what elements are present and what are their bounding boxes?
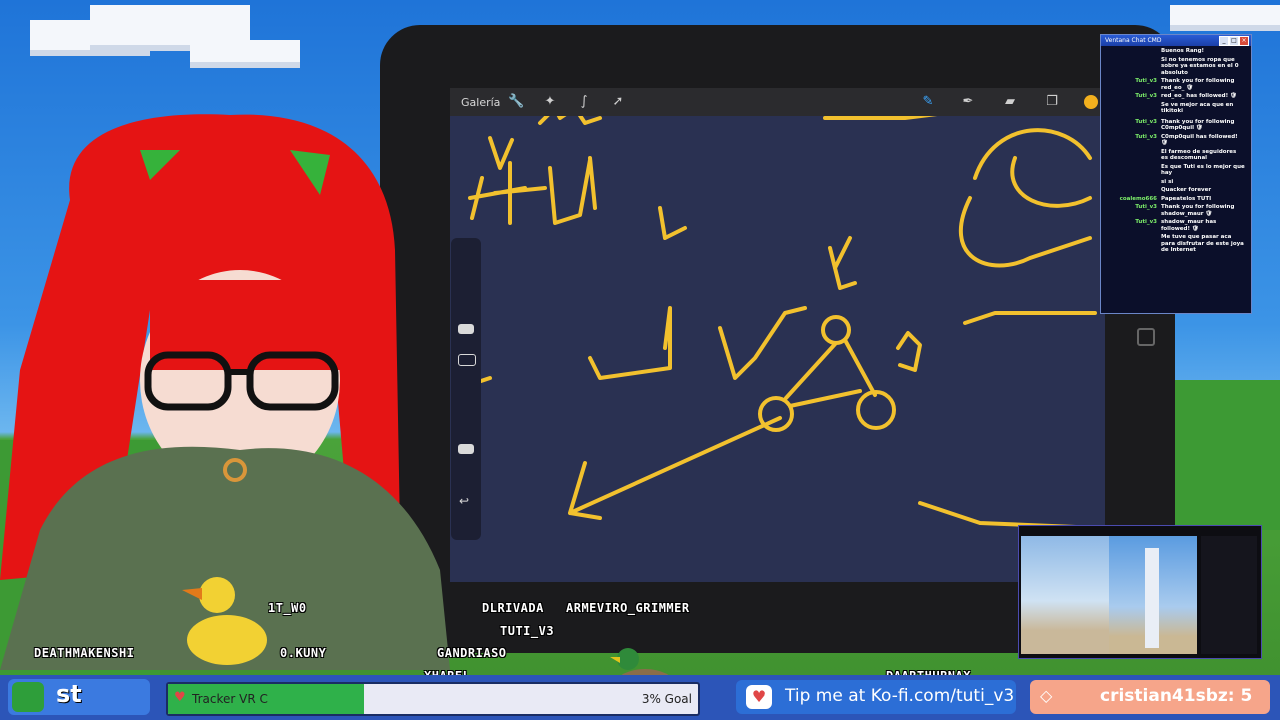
procreate-toolbar: Galería 🔧 ✦ ∫ ➚ ✎ ✒ ▰ ❐	[450, 88, 1105, 116]
tracker-label: Tracker VR C	[192, 692, 268, 706]
selection-icon[interactable]: ∫	[576, 94, 592, 110]
pip-image-building	[1021, 536, 1109, 654]
duck-logo-icon	[12, 682, 44, 712]
minimize-button[interactable]: _	[1219, 36, 1229, 46]
chat-title: Ventana Chat CMD	[1105, 37, 1162, 44]
heart-icon: ♥	[174, 690, 186, 705]
chat-line: Buenos Rang!	[1161, 48, 1205, 54]
chat-line: Tuti_v3 shadow_maur has followed! 🛡	[1135, 219, 1217, 232]
chat-line: Quacker forever	[1161, 187, 1212, 193]
goal-tracker: ♥ Tracker VR C 3% Goal	[166, 682, 700, 716]
drawing-canvas[interactable]	[450, 88, 1105, 582]
chat-line: si si	[1161, 178, 1174, 185]
opacity-slider[interactable]	[458, 444, 474, 454]
chat-line: Me tuve que pasar aca para disfrutar de …	[1161, 234, 1244, 253]
color-swatch[interactable]	[1084, 95, 1098, 109]
chat-messages: Buenos Rang! Si no tenemos ropa que sobr…	[1105, 48, 1245, 256]
brush-size-slider[interactable]	[458, 324, 474, 334]
viewer-name: 0.KUNY	[280, 646, 327, 660]
chat-line: Es que Tuti es lo mejor que hay	[1161, 163, 1245, 177]
modify-button[interactable]	[458, 354, 476, 366]
layers-icon[interactable]: ❐	[1044, 94, 1060, 110]
drawing-sketch	[458, 106, 1102, 530]
smudge-icon[interactable]: ✒	[960, 94, 976, 110]
viewer-name: GANDRIASO	[437, 646, 507, 660]
transform-icon[interactable]: ➚	[610, 94, 626, 110]
kofi-label: Tip me at Ko-fi.com/tuti_v3	[785, 686, 1015, 706]
viewer-name: DLRIVADA	[482, 601, 544, 615]
chat-line: Tuti_v3 C0mp0quil has followed! 🛡	[1135, 133, 1238, 147]
undo-icon[interactable]: ↩	[459, 494, 469, 508]
grass-hill	[1170, 380, 1280, 530]
brush-icon[interactable]: ✎	[920, 94, 936, 110]
chat-line: Se ve mejor aca que en tikitoki	[1161, 101, 1234, 115]
viewer-name: DEATHMAKENSHI	[34, 646, 135, 660]
chat-line: coalemo666 Papeatelos TUTI	[1119, 195, 1212, 202]
chat-window: Ventana Chat CMD _ □ × Buenos Rang! Si n…	[1100, 34, 1252, 314]
start-label: st	[56, 680, 82, 708]
donor-label: cristian41sbz: 5	[1100, 686, 1253, 706]
kofi-heart-icon: ♥	[746, 685, 772, 709]
chat-line: Tuti_v3 Thank you for following shadow_ma…	[1135, 204, 1235, 217]
chat-line: Tuti_v3 Thank you for following C0mp0quil…	[1135, 118, 1235, 132]
eraser-icon[interactable]: ▰	[1002, 94, 1018, 110]
cloud	[1170, 5, 1280, 25]
adjustments-icon[interactable]: ✦	[542, 94, 558, 110]
cloud	[90, 5, 250, 45]
maximize-button[interactable]: □	[1229, 36, 1239, 46]
tracker-goal: 3% Goal	[641, 692, 692, 706]
diamond-icon: ◇	[1040, 686, 1053, 705]
chat-line: Si no tenemos ropa que sobre ya estamos …	[1161, 56, 1239, 76]
chat-titlebar: Ventana Chat CMD _ □ ×	[1101, 35, 1251, 46]
viewer-name: ARMEVIRO_GRIMMER	[566, 601, 690, 615]
tablet-home-button	[1137, 328, 1155, 346]
cloud	[190, 40, 300, 62]
wrench-icon[interactable]: 🔧	[508, 94, 524, 110]
brush-size-sidebar: ↩	[451, 238, 481, 540]
rocket-tower	[1145, 548, 1159, 648]
close-button[interactable]: ×	[1239, 36, 1249, 46]
pip-chat-panel	[1201, 536, 1257, 654]
duck-avatar	[172, 570, 272, 670]
chat-line: Tuti_v3 red_eo_ has followed! 🛡	[1135, 93, 1237, 99]
viewer-name: 1T_W0	[268, 601, 307, 615]
gallery-button[interactable]: Galería	[461, 96, 500, 109]
chat-line: Tuti_v3 Thank you for following red_eo_ 🛡	[1135, 78, 1235, 91]
viewer-name: TUTI_V3	[500, 624, 555, 638]
pip-window	[1018, 525, 1262, 659]
chat-line: El farmeo de seguidores es descomunal	[1161, 148, 1237, 162]
